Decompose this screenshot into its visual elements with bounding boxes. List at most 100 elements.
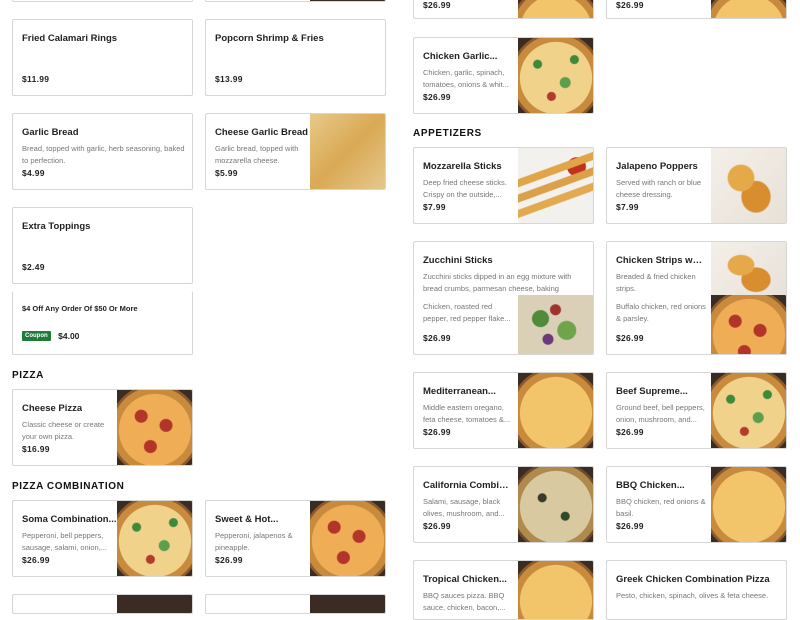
menu-card-partial-buffalo[interactable]: Buffalo chicken, red onions & parsley. $… [606, 295, 787, 355]
menu-card-zucchini-sticks[interactable]: Zucchini Sticks Zucchini sticks dipped i… [413, 241, 594, 301]
item-price: $26.99 [616, 521, 644, 531]
pizza-image [711, 0, 786, 18]
coupon-badge: Coupon [22, 330, 51, 341]
menu-card-top-mid-clipped[interactable] [205, 0, 386, 2]
item-price: $26.99 [423, 0, 451, 10]
item-price: $7.99 [423, 202, 446, 212]
item-price: $11.99 [22, 74, 50, 84]
coupon-title: $4 Off Any Order Of $50 Or More [22, 304, 138, 313]
item-title: Zucchini Sticks [423, 255, 493, 266]
item-title: BBQ Chicken... [616, 480, 685, 491]
menu-card-chicken-garlic[interactable]: Chicken Garlic... Chicken, garlic, spina… [413, 37, 594, 114]
coupon-price: $4.00 [58, 330, 80, 341]
item-title: Extra Toppings [22, 221, 91, 232]
item-description: BBQ chicken, red onions & basil. [616, 497, 706, 518]
item-description: Bread, topped with garlic, herb seasonin… [22, 144, 185, 165]
item-title: California Combinati... [423, 480, 511, 491]
item-title: Popcorn Shrimp & Fries [215, 33, 324, 44]
item-photo [711, 295, 786, 354]
item-description: Chicken, roasted red pepper, red pepper … [423, 302, 511, 323]
item-photo [518, 148, 593, 223]
item-photo [518, 561, 593, 619]
item-photo [117, 595, 192, 613]
item-description: Ground beef, bell peppers, onion, mushro… [616, 403, 705, 424]
item-price: $5.99 [215, 168, 238, 178]
item-title: Sweet & Hot... [215, 514, 279, 525]
item-photo [711, 148, 786, 223]
menu-card-soma-combination[interactable]: Soma Combination... Pepperoni, bell pepp… [12, 500, 193, 577]
item-photo [310, 501, 385, 576]
item-title: Soma Combination... [22, 514, 117, 525]
menu-card-chicken-strips[interactable]: Chicken Strips with... Breaded & fried c… [606, 241, 787, 301]
item-description: Buffalo chicken, red onions & parsley. [616, 302, 706, 323]
item-description: Zucchini sticks dipped in an egg mixture… [423, 272, 572, 293]
menu-card-mozzarella-sticks[interactable]: Mozzarella Sticks Deep fried cheese stic… [413, 147, 594, 224]
item-photo [518, 467, 593, 542]
menu-card-california-combination[interactable]: California Combinati... Salami, sausage,… [413, 466, 594, 543]
item-price: $26.99 [423, 521, 451, 531]
menu-card-bottom-left-clipped[interactable] [12, 594, 193, 614]
item-description: Pepperoni, jalapenos & pineapple. [215, 531, 293, 552]
menu-card-partial-chicken-roasted[interactable]: Chicken, roasted red pepper, red pepper … [413, 295, 594, 355]
item-photo [518, 373, 593, 448]
menu-card-bottom-mid-clipped[interactable] [205, 594, 386, 614]
menu-card-beef-supreme[interactable]: Beef Supreme... Ground beef, bell pepper… [606, 372, 787, 449]
item-title: Cheese Garlic Bread [215, 127, 308, 138]
pizza-image [518, 467, 593, 542]
menu-card-tropical-chicken[interactable]: Tropical Chicken... BBQ sauces pizza. BB… [413, 560, 594, 620]
item-photo [711, 467, 786, 542]
item-price: $4.99 [22, 168, 45, 178]
item-price: $7.99 [616, 202, 639, 212]
item-description: Served with ranch or blue cheese dressin… [616, 178, 702, 199]
menu-card-top-right-a-clipped[interactable]: $26.99 [413, 0, 594, 19]
item-description: BBQ sauces pizza. BBQ sauce, chicken, ba… [423, 591, 506, 612]
item-price: $26.99 [616, 0, 644, 10]
pizza-image [711, 467, 786, 542]
pizza-image [518, 0, 593, 18]
item-price: $26.99 [423, 333, 451, 343]
item-photo [518, 295, 593, 354]
coupon-price-row: Coupon $4.00 [22, 327, 79, 345]
menu-card-fried-calamari[interactable]: Fried Calamari Rings $11.99 [12, 19, 193, 96]
menu-card-jalapeno-poppers[interactable]: Jalapeno Poppers Served with ranch or bl… [606, 147, 787, 224]
item-photo [518, 38, 593, 113]
menu-card-top-right-b-clipped[interactable]: $26.99 [606, 0, 787, 19]
item-description: Chicken, garlic, spinach, tomatoes, onio… [423, 68, 509, 89]
item-title: Garlic Bread [22, 127, 79, 138]
menu-card-bbq-chicken[interactable]: BBQ Chicken... BBQ chicken, red onions &… [606, 466, 787, 543]
menu-card-sweet-hot[interactable]: Sweet & Hot... Pepperoni, jalapenos & pi… [205, 500, 386, 577]
pizza-image [711, 295, 786, 354]
item-photo [518, 0, 593, 18]
pizza-image [117, 390, 192, 465]
item-description: Breaded & fried chicken strips. [616, 272, 696, 293]
item-title: Chicken Strips with... [616, 255, 704, 266]
item-title: Mediterranean... [423, 386, 496, 397]
item-description: Garlic bread, topped with mozzarella che… [215, 144, 299, 165]
item-description: Classic cheese or create your own pizza. [22, 420, 105, 441]
pizza-image [518, 561, 593, 619]
item-photo [711, 0, 786, 18]
section-title-appetizers: APPETIZERS [413, 128, 482, 139]
menu-card-greek-chicken[interactable]: Greek Chicken Combination Pizza Pesto, c… [606, 560, 787, 620]
menu-card-coupon[interactable]: $4 Off Any Order Of $50 Or More Coupon $… [12, 291, 193, 355]
item-photo [711, 242, 786, 300]
item-title: Jalapeno Poppers [616, 161, 698, 172]
item-price: $26.99 [616, 333, 644, 343]
menu-card-top-left-clipped[interactable] [12, 0, 193, 2]
menu-card-popcorn-shrimp[interactable]: Popcorn Shrimp & Fries $13.99 [205, 19, 386, 96]
item-title: Fried Calamari Rings [22, 33, 118, 44]
menu-card-cheese-pizza[interactable]: Cheese Pizza Classic cheese or create yo… [12, 389, 193, 466]
menu-card-mediterranean[interactable]: Mediterranean... Middle eastern oregano,… [413, 372, 594, 449]
menu-card-garlic-bread[interactable]: Garlic Bread Bread, topped with garlic, … [12, 113, 193, 190]
item-description: Middle eastern oregano, feta cheese, tom… [423, 403, 511, 424]
item-photo [117, 501, 192, 576]
item-price: $26.99 [22, 555, 50, 565]
pizza-image [518, 38, 593, 113]
menu-card-extra-toppings[interactable]: Extra Toppings $2.49 [12, 207, 193, 284]
item-description: Pepperoni, bell peppers, sausage, salami… [22, 531, 108, 552]
item-photo [711, 373, 786, 448]
item-price: $16.99 [22, 444, 50, 454]
menu-card-cheese-garlic-bread[interactable]: Cheese Garlic Bread Garlic bread, topped… [205, 113, 386, 190]
item-photo [310, 595, 385, 613]
item-description: Pesto, chicken, spinach, olives & feta c… [616, 591, 769, 600]
